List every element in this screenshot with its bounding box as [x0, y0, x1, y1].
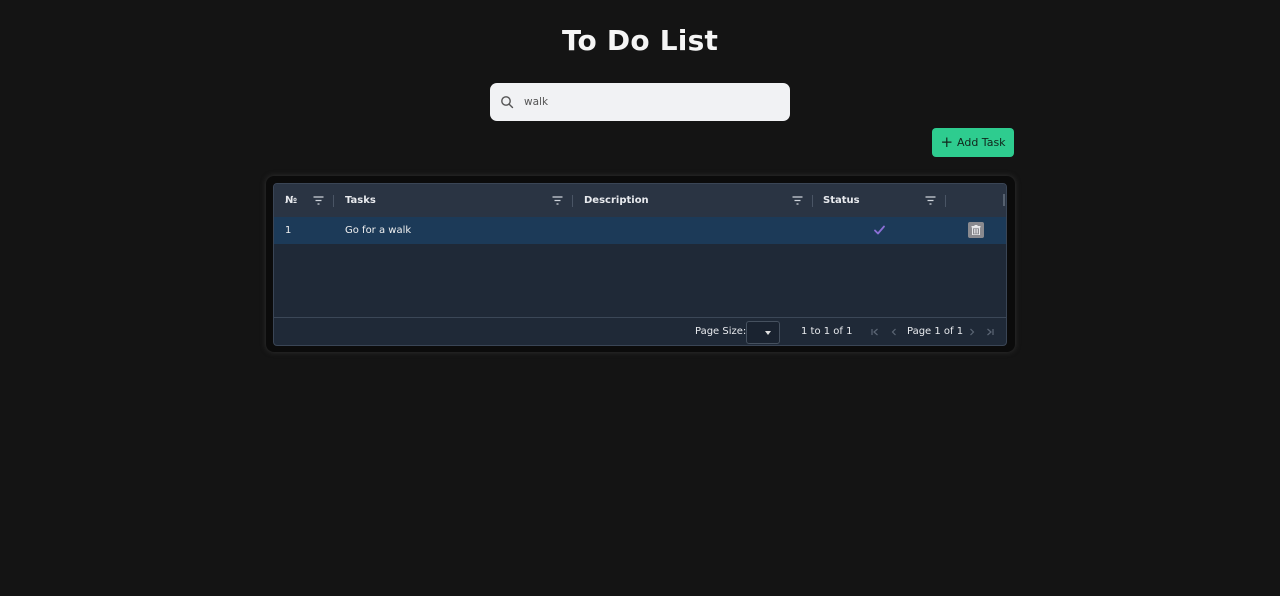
column-header-number[interactable]: № [285, 184, 297, 217]
chevron-down-icon [765, 331, 771, 335]
task-name[interactable]: Go for a walk [345, 217, 411, 244]
filter-icon[interactable] [552, 196, 563, 205]
trash-icon [971, 225, 981, 235]
search-input[interactable] [524, 83, 779, 121]
page-size-label: Page Size: [695, 326, 747, 337]
column-separator[interactable] [333, 195, 334, 207]
column-header-tasks[interactable]: Tasks [345, 184, 376, 217]
add-task-button[interactable]: + Add Task [932, 128, 1014, 157]
next-page-icon[interactable] [968, 328, 976, 336]
prev-page-icon[interactable] [890, 328, 898, 336]
search-box[interactable] [490, 83, 790, 121]
scrollbar[interactable] [1003, 194, 1005, 206]
task-grid: № Tasks Description Status 1 Go for a wa… [273, 183, 1007, 346]
page-size-select[interactable] [746, 321, 780, 344]
delete-task-button[interactable] [968, 222, 984, 238]
page-indicator: Page 1 of 1 [907, 326, 964, 337]
first-page-icon[interactable] [871, 328, 879, 336]
column-header-description[interactable]: Description [584, 184, 649, 217]
filter-icon[interactable] [925, 196, 936, 205]
column-separator[interactable] [812, 195, 813, 207]
column-separator[interactable] [945, 195, 946, 207]
grid-header: № Tasks Description Status [274, 184, 1006, 218]
page-title: To Do List [561, 24, 719, 57]
grid-footer: Page Size: 1 to 1 of 1 Page 1 of 1 [274, 317, 1006, 345]
row-number: 1 [285, 225, 292, 236]
column-separator[interactable] [572, 195, 573, 207]
check-icon[interactable] [874, 225, 885, 235]
table-row[interactable]: 1 Go for a walk [274, 217, 1006, 244]
last-page-icon[interactable] [986, 328, 994, 336]
search-icon [501, 96, 514, 109]
filter-icon[interactable] [792, 196, 803, 205]
plus-icon: + [940, 133, 954, 151]
row-range-text: 1 to 1 of 1 [801, 326, 853, 337]
filter-icon[interactable] [313, 196, 324, 205]
add-task-label: Add Task [957, 136, 1006, 149]
column-header-status[interactable]: Status [823, 184, 860, 217]
